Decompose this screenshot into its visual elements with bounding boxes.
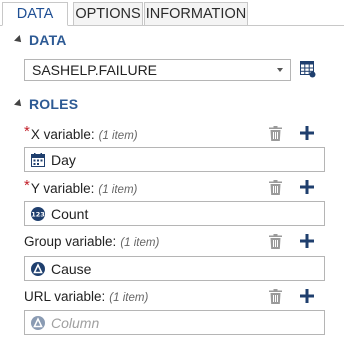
calendar-icon xyxy=(31,152,45,167)
data-section-header[interactable]: DATA xyxy=(14,32,67,48)
role-item-count: (1 item) xyxy=(120,237,160,249)
trash-icon[interactable] xyxy=(269,234,282,249)
group-variable-value: Cause xyxy=(51,260,92,277)
url-variable-placeholder: Column xyxy=(51,314,100,331)
trash-icon[interactable] xyxy=(269,289,282,304)
role-label-text: Y variable: xyxy=(30,181,95,196)
numeric-icon: 123 xyxy=(31,206,45,221)
tab-options[interactable]: OPTIONS xyxy=(73,2,143,26)
trash-icon[interactable] xyxy=(269,180,282,195)
group-variable-field[interactable]: Cause xyxy=(24,256,325,281)
y-variable-field[interactable]: 123 Count xyxy=(24,201,325,226)
y-variable-value: Count xyxy=(51,205,89,222)
svg-text:123: 123 xyxy=(31,210,45,218)
collapse-triangle-icon[interactable] xyxy=(14,99,24,109)
tab-bar: DATA OPTIONS INFORMATION xyxy=(0,0,344,26)
category-icon xyxy=(31,315,45,330)
add-icon[interactable] xyxy=(300,126,314,140)
collapse-triangle-icon[interactable] xyxy=(14,35,24,45)
role-item-count: (1 item) xyxy=(98,184,138,196)
url-variable-label: URL variable: (1 item) xyxy=(24,289,148,304)
required-asterisk: * xyxy=(24,123,30,140)
group-variable-label: Group variable: (1 item) xyxy=(24,234,159,249)
x-variable-field[interactable]: Day xyxy=(24,147,325,172)
add-icon[interactable] xyxy=(300,180,314,194)
required-asterisk: * xyxy=(24,177,30,194)
table-settings-icon[interactable] xyxy=(300,61,316,78)
trash-icon[interactable] xyxy=(269,126,282,141)
add-icon[interactable] xyxy=(300,289,314,303)
add-icon[interactable] xyxy=(300,234,314,248)
chevron-down-icon[interactable] xyxy=(277,68,283,72)
x-variable-label: * X variable: (1 item) xyxy=(24,123,138,143)
role-item-count: (1 item) xyxy=(98,130,138,142)
url-variable-field[interactable]: Column xyxy=(24,310,325,335)
role-label-text: Group variable: xyxy=(24,234,117,249)
x-variable-value: Day xyxy=(51,151,76,168)
dataset-select[interactable]: SASHELP.FAILURE xyxy=(24,59,291,81)
category-icon xyxy=(31,261,45,276)
roles-section-title: ROLES xyxy=(29,96,79,112)
role-label-text: URL variable: xyxy=(24,289,106,304)
role-item-count: (1 item) xyxy=(109,292,149,304)
roles-section-header[interactable]: ROLES xyxy=(14,96,79,112)
y-variable-label: * Y variable: (1 item) xyxy=(24,177,138,197)
data-section-title: DATA xyxy=(29,32,67,48)
tab-data[interactable]: DATA xyxy=(2,2,68,26)
tab-information[interactable]: INFORMATION xyxy=(144,2,248,26)
dataset-select-value: SASHELP.FAILURE xyxy=(32,62,158,78)
role-label-text: X variable: xyxy=(30,127,95,142)
